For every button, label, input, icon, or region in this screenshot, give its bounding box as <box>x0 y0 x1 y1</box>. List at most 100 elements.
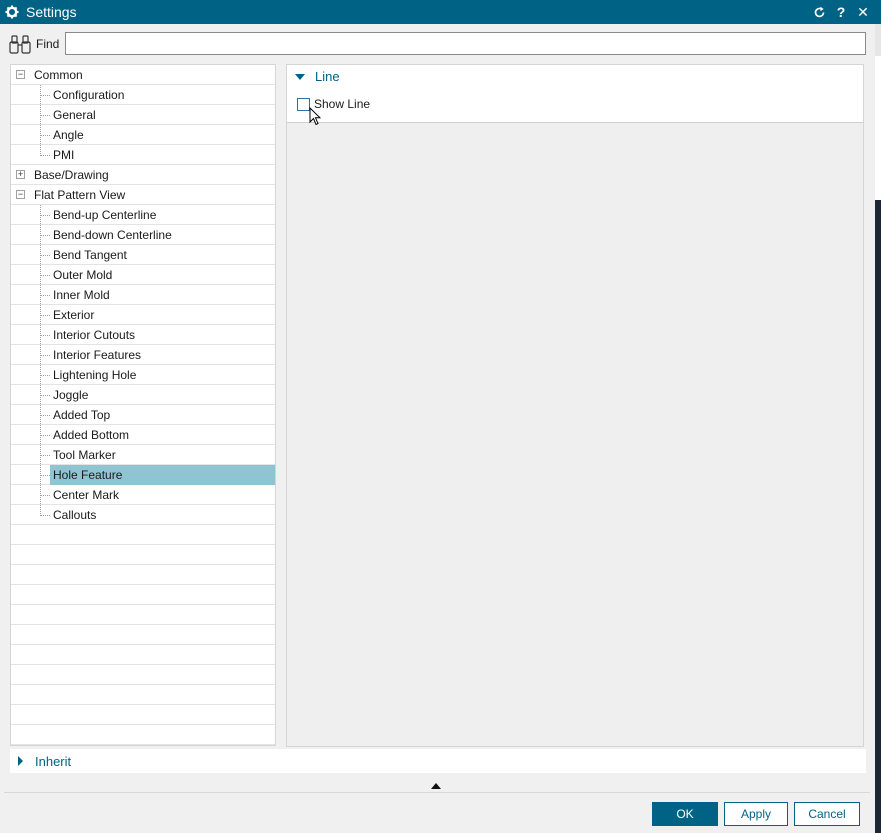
line-group-header[interactable]: Line <box>295 69 340 84</box>
find-label: Find <box>36 37 60 51</box>
expand-icon[interactable]: + <box>16 170 25 179</box>
collapse-up-icon[interactable] <box>431 783 441 789</box>
show-line-option[interactable]: Show Line <box>297 97 370 111</box>
empty-row <box>11 605 275 625</box>
cancel-button[interactable]: Cancel <box>794 802 860 826</box>
inherit-label: Inherit <box>35 753 72 769</box>
tree-item-label: Flat Pattern View <box>34 188 126 202</box>
gear-icon <box>0 0 24 24</box>
find-input[interactable] <box>65 32 866 55</box>
tree-connector <box>41 275 50 276</box>
tree-item-bend-down-centerline[interactable]: Bend-down Centerline <box>11 225 275 245</box>
tree-item-label: Bend-down Centerline <box>53 228 172 242</box>
tree-connector <box>41 475 50 476</box>
empty-row <box>11 705 275 725</box>
inherit-section[interactable]: Inherit <box>10 749 866 773</box>
tree-item-configuration[interactable]: Configuration <box>11 85 275 105</box>
empty-row <box>11 625 275 645</box>
tree-connector <box>41 495 50 496</box>
collapse-icon[interactable]: − <box>16 190 25 199</box>
title-bar: Settings ? ✕ <box>0 0 881 24</box>
tree-item-common[interactable]: − Common <box>11 65 275 85</box>
tree-item-label: Interior Cutouts <box>53 328 136 342</box>
empty-row <box>11 565 275 585</box>
tree-item-interior-features[interactable]: Interior Features <box>11 345 275 365</box>
tree-connector <box>41 455 50 456</box>
tree-connector <box>41 375 50 376</box>
tree-connector <box>40 85 41 156</box>
tree-item-label: Interior Features <box>53 348 142 362</box>
tree-connector <box>41 315 50 316</box>
tree-item-bend-tangent[interactable]: Bend Tangent <box>11 245 275 265</box>
background-window-edge <box>875 24 881 833</box>
expand-triangle-icon <box>18 756 23 766</box>
tree-connector <box>41 235 50 236</box>
tree-connector <box>41 135 50 136</box>
tree-connector <box>41 415 50 416</box>
tree-item-joggle[interactable]: Joggle <box>11 385 275 405</box>
tree-item-label: General <box>53 108 96 122</box>
settings-panel: Line Show Line <box>286 64 864 747</box>
ok-button[interactable]: OK <box>652 802 718 826</box>
tree-item-base-drawing[interactable]: + Base/Drawing <box>11 165 275 185</box>
tree-item-center-mark[interactable]: Center Mark <box>11 485 275 505</box>
tree-item-lightening-hole[interactable]: Lightening Hole <box>11 365 275 385</box>
tree-item-label: Angle <box>53 128 84 142</box>
reset-icon[interactable] <box>811 4 827 20</box>
tree-item-flat-pattern-view[interactable]: − Flat Pattern View <box>11 185 275 205</box>
empty-row <box>11 645 275 665</box>
tree-item-label: Common <box>34 68 83 82</box>
tree-connector <box>41 115 50 116</box>
tree-item-exterior[interactable]: Exterior <box>11 305 275 325</box>
tree-item-label: Hole Feature <box>53 468 123 482</box>
empty-row <box>11 725 275 745</box>
empty-row <box>11 585 275 605</box>
tree-item-label: Added Top <box>53 408 111 422</box>
tree-connector <box>41 295 50 296</box>
tree-item-angle[interactable]: Angle <box>11 125 275 145</box>
tree-item-general[interactable]: General <box>11 105 275 125</box>
tree-item-outer-mold[interactable]: Outer Mold <box>11 265 275 285</box>
tree-connector <box>41 215 50 216</box>
tree-item-label: Callouts <box>53 508 97 522</box>
tree-item-bend-up-centerline[interactable]: Bend-up Centerline <box>11 205 275 225</box>
collapse-icon[interactable]: − <box>16 70 25 79</box>
tree-item-label: Joggle <box>53 388 89 402</box>
binoculars-icon[interactable] <box>8 33 32 55</box>
tree-connector <box>41 435 50 436</box>
collapse-triangle-icon <box>295 73 305 80</box>
empty-row <box>11 525 275 545</box>
tree-item-interior-cutouts[interactable]: Interior Cutouts <box>11 325 275 345</box>
tree-item-label: Configuration <box>53 88 125 102</box>
empty-row <box>11 665 275 685</box>
window-title: Settings <box>26 4 77 20</box>
tree-item-label: Bend Tangent <box>53 248 127 262</box>
tree-connector <box>41 515 50 516</box>
tree-item-pmi[interactable]: PMI <box>11 145 275 165</box>
divider <box>4 792 870 793</box>
apply-button[interactable]: Apply <box>724 802 788 826</box>
tree-connector <box>41 95 50 96</box>
tree-item-label: PMI <box>53 148 75 162</box>
tree-item-label: Base/Drawing <box>34 168 109 182</box>
tree-item-inner-mold[interactable]: Inner Mold <box>11 285 275 305</box>
tree-item-added-bottom[interactable]: Added Bottom <box>11 425 275 445</box>
tree-item-label: Outer Mold <box>53 268 113 282</box>
tree-connector <box>41 255 50 256</box>
tree-connector <box>41 335 50 336</box>
tree-item-label: Tool Marker <box>53 448 116 462</box>
help-icon[interactable]: ? <box>833 4 849 20</box>
tree-connector <box>40 205 41 516</box>
tree-item-label: Exterior <box>53 308 95 322</box>
tree-item-added-top[interactable]: Added Top <box>11 405 275 425</box>
line-group: Line Show Line <box>287 65 863 123</box>
tree-item-hole-feature[interactable]: Hole Feature <box>11 465 275 485</box>
tree-item-label: Added Bottom <box>53 428 130 442</box>
tree-item-tool-marker[interactable]: Tool Marker <box>11 445 275 465</box>
tree-item-callouts[interactable]: Callouts <box>11 505 275 525</box>
settings-tree[interactable]: − Common Configuration General Angle PMI + Base… <box>10 64 276 746</box>
mouse-cursor-icon <box>309 107 321 126</box>
empty-row <box>11 685 275 705</box>
find-bar: Find <box>4 30 870 58</box>
close-icon[interactable]: ✕ <box>855 4 871 20</box>
